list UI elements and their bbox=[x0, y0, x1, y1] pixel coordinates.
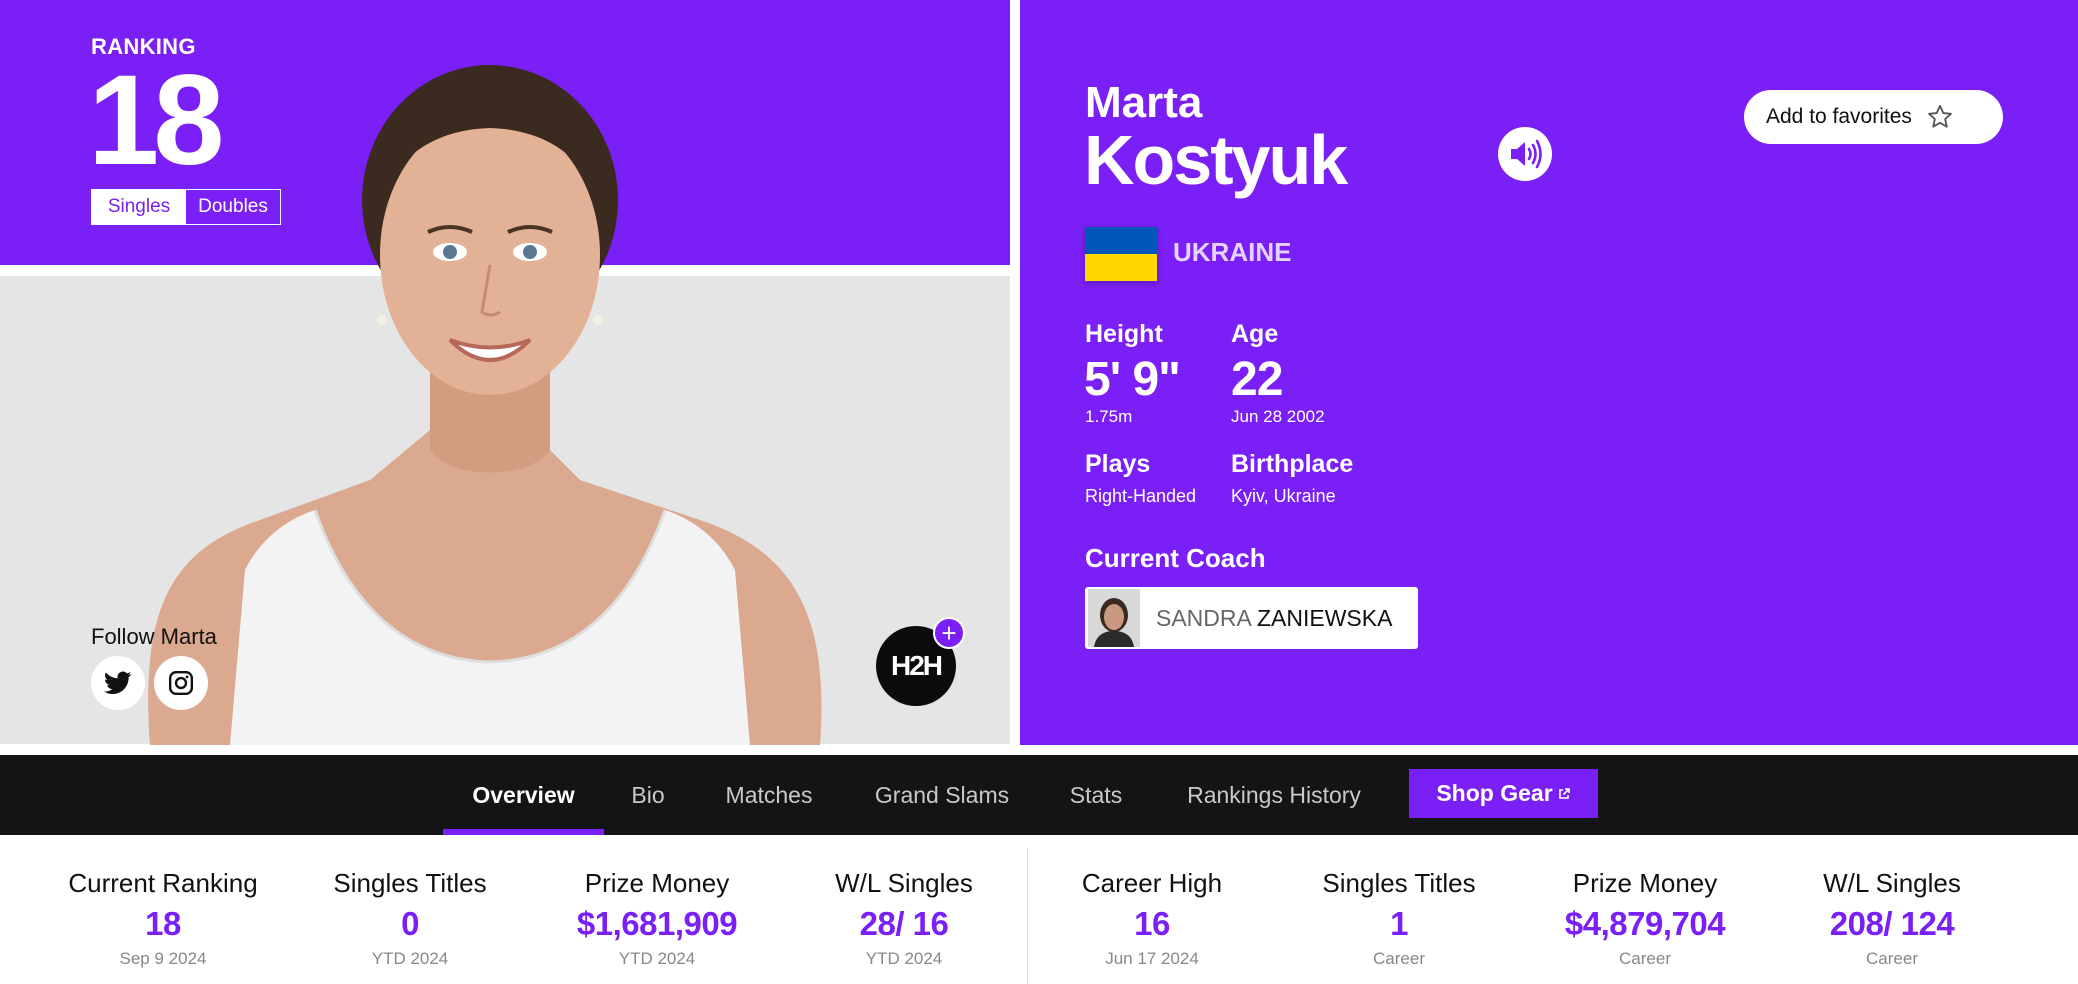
coach-last-name: ZANIEWSKA bbox=[1256, 604, 1393, 631]
stat-career-high: Career High 16 Jun 17 2024 bbox=[1032, 868, 1272, 969]
stat-value: 208/ 124 bbox=[1829, 905, 1955, 942]
nav-gap bbox=[0, 745, 2078, 755]
h2h-add-icon[interactable]: + bbox=[933, 617, 965, 649]
country-flag bbox=[1085, 227, 1157, 281]
twitter-button[interactable] bbox=[91, 656, 145, 710]
stat-value: 1 bbox=[1390, 905, 1408, 942]
stat-value: 0 bbox=[401, 905, 419, 942]
country-name: UKRAINE bbox=[1173, 237, 1292, 267]
stat-current-ranking: Current Ranking 18 Sep 9 2024 bbox=[43, 868, 283, 969]
stat-singles-titles-ytd: Singles Titles 0 YTD 2024 bbox=[290, 868, 530, 969]
stat-sub: YTD 2024 bbox=[618, 949, 696, 968]
flag-yellow-stripe bbox=[1085, 254, 1157, 281]
tab-rankings-history[interactable]: Rankings History bbox=[1168, 755, 1380, 835]
profile-nav: Overview Bio Matches Grand Slams Stats R… bbox=[0, 755, 2078, 835]
age-value: 22 bbox=[1231, 353, 1283, 406]
birthplace-value: Kyiv, Ukraine bbox=[1231, 486, 1336, 506]
coach-label: Current Coach bbox=[1085, 543, 1266, 573]
stat-singles-titles-career: Singles Titles 1 Career bbox=[1279, 868, 1519, 969]
stat-value: 16 bbox=[1134, 905, 1170, 942]
stat-value: 28/ 16 bbox=[859, 905, 949, 942]
star-icon bbox=[1928, 104, 1952, 128]
stat-prize-money-ytd: Prize Money $1,681,909 YTD 2024 bbox=[537, 868, 777, 969]
stat-sub: Career bbox=[1866, 949, 1918, 968]
height-metric: 1.75m bbox=[1085, 407, 1133, 426]
stat-value: $1,681,909 bbox=[576, 905, 738, 942]
stat-sub: Career bbox=[1619, 949, 1671, 968]
stat-sub: YTD 2024 bbox=[865, 949, 943, 968]
stat-prize-money-career: Prize Money $4,879,704 Career bbox=[1525, 868, 1765, 969]
stat-wl-singles-ytd: W/L Singles 28/ 16 YTD 2024 bbox=[784, 868, 1024, 969]
toggle-doubles[interactable]: Doubles bbox=[186, 190, 280, 224]
stat-value: 18 bbox=[145, 905, 181, 942]
plays-value: Right-Handed bbox=[1085, 486, 1197, 506]
stat-label: Current Ranking bbox=[68, 868, 258, 898]
age-label: Age bbox=[1231, 320, 1279, 348]
stat-value: $4,879,704 bbox=[1564, 905, 1726, 942]
stat-label: Prize Money bbox=[584, 868, 730, 898]
twitter-icon bbox=[104, 671, 132, 694]
tab-overview[interactable]: Overview bbox=[443, 755, 604, 835]
coach-first-name: SANDRA bbox=[1156, 604, 1251, 631]
stat-sub: Jun 17 2024 bbox=[1105, 949, 1199, 968]
stat-label: Prize Money bbox=[1572, 868, 1718, 898]
birth-date: Jun 28 2002 bbox=[1231, 407, 1325, 426]
player-last-name: Kostyuk bbox=[1084, 121, 1348, 199]
tab-grand-slams[interactable]: Grand Slams bbox=[860, 755, 1024, 835]
coach-avatar bbox=[1088, 589, 1140, 647]
tab-stats[interactable]: Stats bbox=[1056, 755, 1136, 835]
instagram-button[interactable] bbox=[154, 656, 208, 710]
coach-card[interactable]: SANDRA ZANIEWSKA bbox=[1085, 587, 1418, 649]
stat-sub: YTD 2024 bbox=[371, 949, 449, 968]
shop-gear-button[interactable]: Shop Gear bbox=[1409, 769, 1598, 818]
stats-divider bbox=[1027, 848, 1028, 984]
shop-gear-label: Shop Gear bbox=[1436, 780, 1553, 806]
stat-label: W/L Singles bbox=[835, 868, 973, 898]
stat-label: Singles Titles bbox=[1322, 868, 1476, 898]
stat-label: W/L Singles bbox=[1823, 868, 1961, 898]
toggle-singles[interactable]: Singles bbox=[92, 190, 186, 224]
tab-matches[interactable]: Matches bbox=[710, 755, 828, 835]
pronunciation-button[interactable] bbox=[1498, 127, 1552, 181]
instagram-icon bbox=[168, 670, 194, 696]
height-value: 5' 9" bbox=[1084, 353, 1181, 406]
stat-label: Singles Titles bbox=[333, 868, 487, 898]
stat-wl-singles-career: W/L Singles 208/ 124 Career bbox=[1772, 868, 2012, 969]
player-profile-page: RANKING 18 Singles Doubles Follow Marta … bbox=[0, 0, 2078, 984]
speaker-icon bbox=[1511, 139, 1542, 169]
panel-divider bbox=[1010, 0, 1020, 745]
stat-label: Career High bbox=[1081, 868, 1223, 898]
plays-label: Plays bbox=[1085, 450, 1151, 478]
stat-sub: Sep 9 2024 bbox=[119, 949, 207, 968]
follow-label: Follow Marta bbox=[91, 624, 217, 649]
active-tab-indicator bbox=[443, 829, 604, 835]
flag-blue-stripe bbox=[1085, 227, 1157, 254]
coach-name: SANDRA ZANIEWSKA bbox=[1156, 605, 1392, 632]
player-portrait bbox=[148, 65, 822, 745]
external-link-icon bbox=[1558, 787, 1570, 799]
stat-sub: Career bbox=[1373, 949, 1425, 968]
favorites-label: Add to favorites bbox=[1766, 105, 1912, 128]
ranking-toggle: Singles Doubles bbox=[91, 189, 281, 225]
birthplace-label: Birthplace bbox=[1231, 450, 1354, 478]
height-label: Height bbox=[1085, 320, 1163, 348]
add-to-favorites-button[interactable]: Add to favorites bbox=[1744, 90, 2003, 144]
tab-bio[interactable]: Bio bbox=[618, 755, 678, 835]
ranking-number: 18 bbox=[88, 49, 224, 192]
